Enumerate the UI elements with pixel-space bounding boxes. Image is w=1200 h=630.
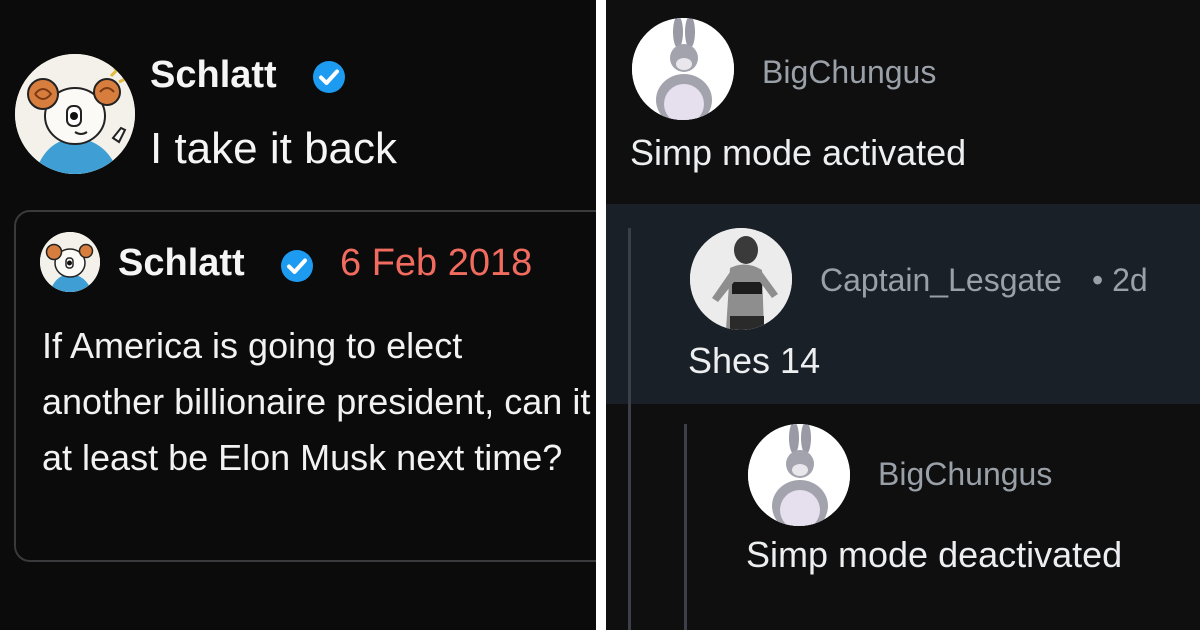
comment-username[interactable]: BigChungus bbox=[878, 456, 1052, 493]
schlatt-avatar[interactable] bbox=[15, 54, 135, 174]
comment-username[interactable]: Captain_Lesgate bbox=[820, 262, 1062, 299]
rabbit-avatar-icon bbox=[632, 18, 734, 120]
comment-body: Simp mode activated bbox=[630, 132, 967, 173]
person-photo-avatar-icon bbox=[690, 228, 792, 330]
quoted-author-name[interactable]: Schlatt bbox=[118, 242, 245, 285]
quoted-tweet-date[interactable]: 6 Feb 2018 bbox=[340, 242, 532, 285]
verified-badge-icon bbox=[313, 61, 345, 93]
comment-body: Simp mode deactivated bbox=[746, 534, 1123, 575]
comment-timestamp: • 2d bbox=[1092, 262, 1148, 298]
image-divider bbox=[596, 0, 606, 630]
comment-username[interactable]: BigChungus bbox=[762, 54, 936, 91]
tweet-panel: Schlatt I take it back Schlatt 6 Feb 201… bbox=[0, 0, 596, 630]
tweet-text: I take it back bbox=[150, 124, 398, 173]
captain-lesgate-avatar[interactable] bbox=[690, 228, 792, 330]
rabbit-avatar-icon bbox=[748, 424, 850, 526]
bigchungus-avatar[interactable] bbox=[748, 424, 850, 526]
thread-line[interactable] bbox=[628, 228, 631, 630]
cartoon-ram-avatar-icon bbox=[15, 54, 135, 174]
cartoon-ram-avatar-icon bbox=[40, 232, 100, 292]
thread-line[interactable] bbox=[684, 424, 687, 630]
quoted-tweet-text: If America is going to elect another bil… bbox=[42, 325, 591, 478]
quoted-author-avatar[interactable] bbox=[40, 232, 100, 292]
comment-thread-panel: BigChungus Simp mode activated Captain_L… bbox=[606, 0, 1200, 630]
tweet-author-name[interactable]: Schlatt bbox=[150, 54, 277, 97]
bigchungus-avatar[interactable] bbox=[632, 18, 734, 120]
comment-body: Shes 14 bbox=[688, 340, 821, 381]
verified-badge-icon bbox=[281, 250, 313, 282]
